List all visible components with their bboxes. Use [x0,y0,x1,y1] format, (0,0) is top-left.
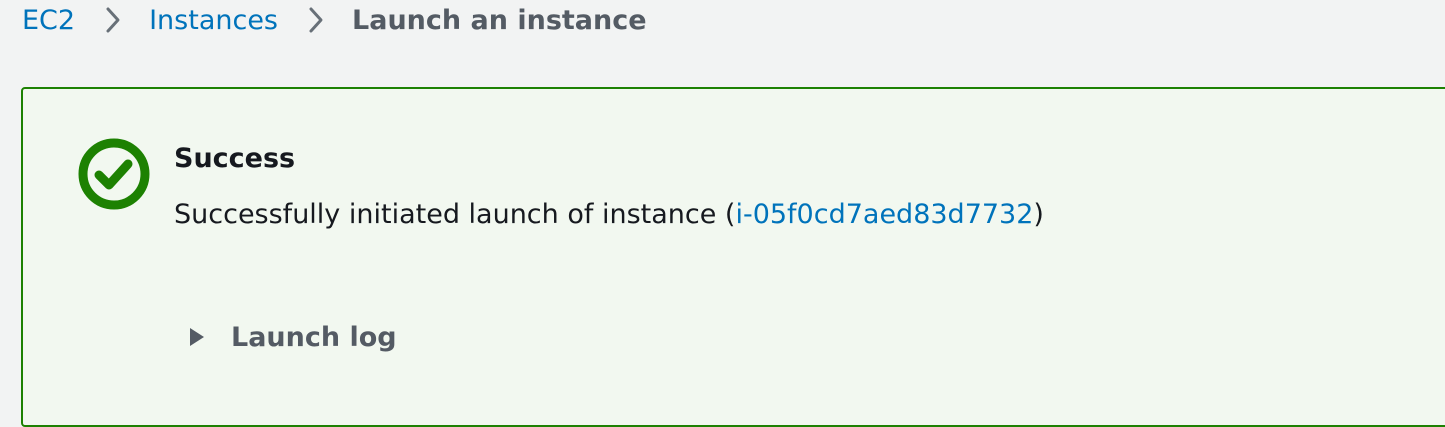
flash-message-suffix: ) [1033,199,1044,230]
breadcrumb-link-ec2[interactable]: EC2 [22,5,75,36]
breadcrumb-current: Launch an instance [352,4,647,36]
breadcrumb-link-instances[interactable]: Instances [149,5,278,36]
chevron-right-icon [304,4,328,36]
chevron-right-icon [101,4,125,36]
breadcrumb: EC2 Instances Launch an instance [22,0,647,40]
instance-id-link[interactable]: i-05f0cd7aed83d7732 [735,199,1033,230]
success-flash-message: Success Successfully initiated launch of… [21,87,1445,427]
flash-title: Success [174,143,296,174]
launch-log-expander[interactable]: Launch log [189,317,397,357]
flash-message: Successfully initiated launch of instanc… [174,197,1044,233]
flash-message-prefix: Successfully initiated launch of instanc… [174,199,736,230]
caret-right-icon [189,327,205,347]
launch-log-label: Launch log [231,321,397,353]
check-circle-icon [77,137,151,211]
